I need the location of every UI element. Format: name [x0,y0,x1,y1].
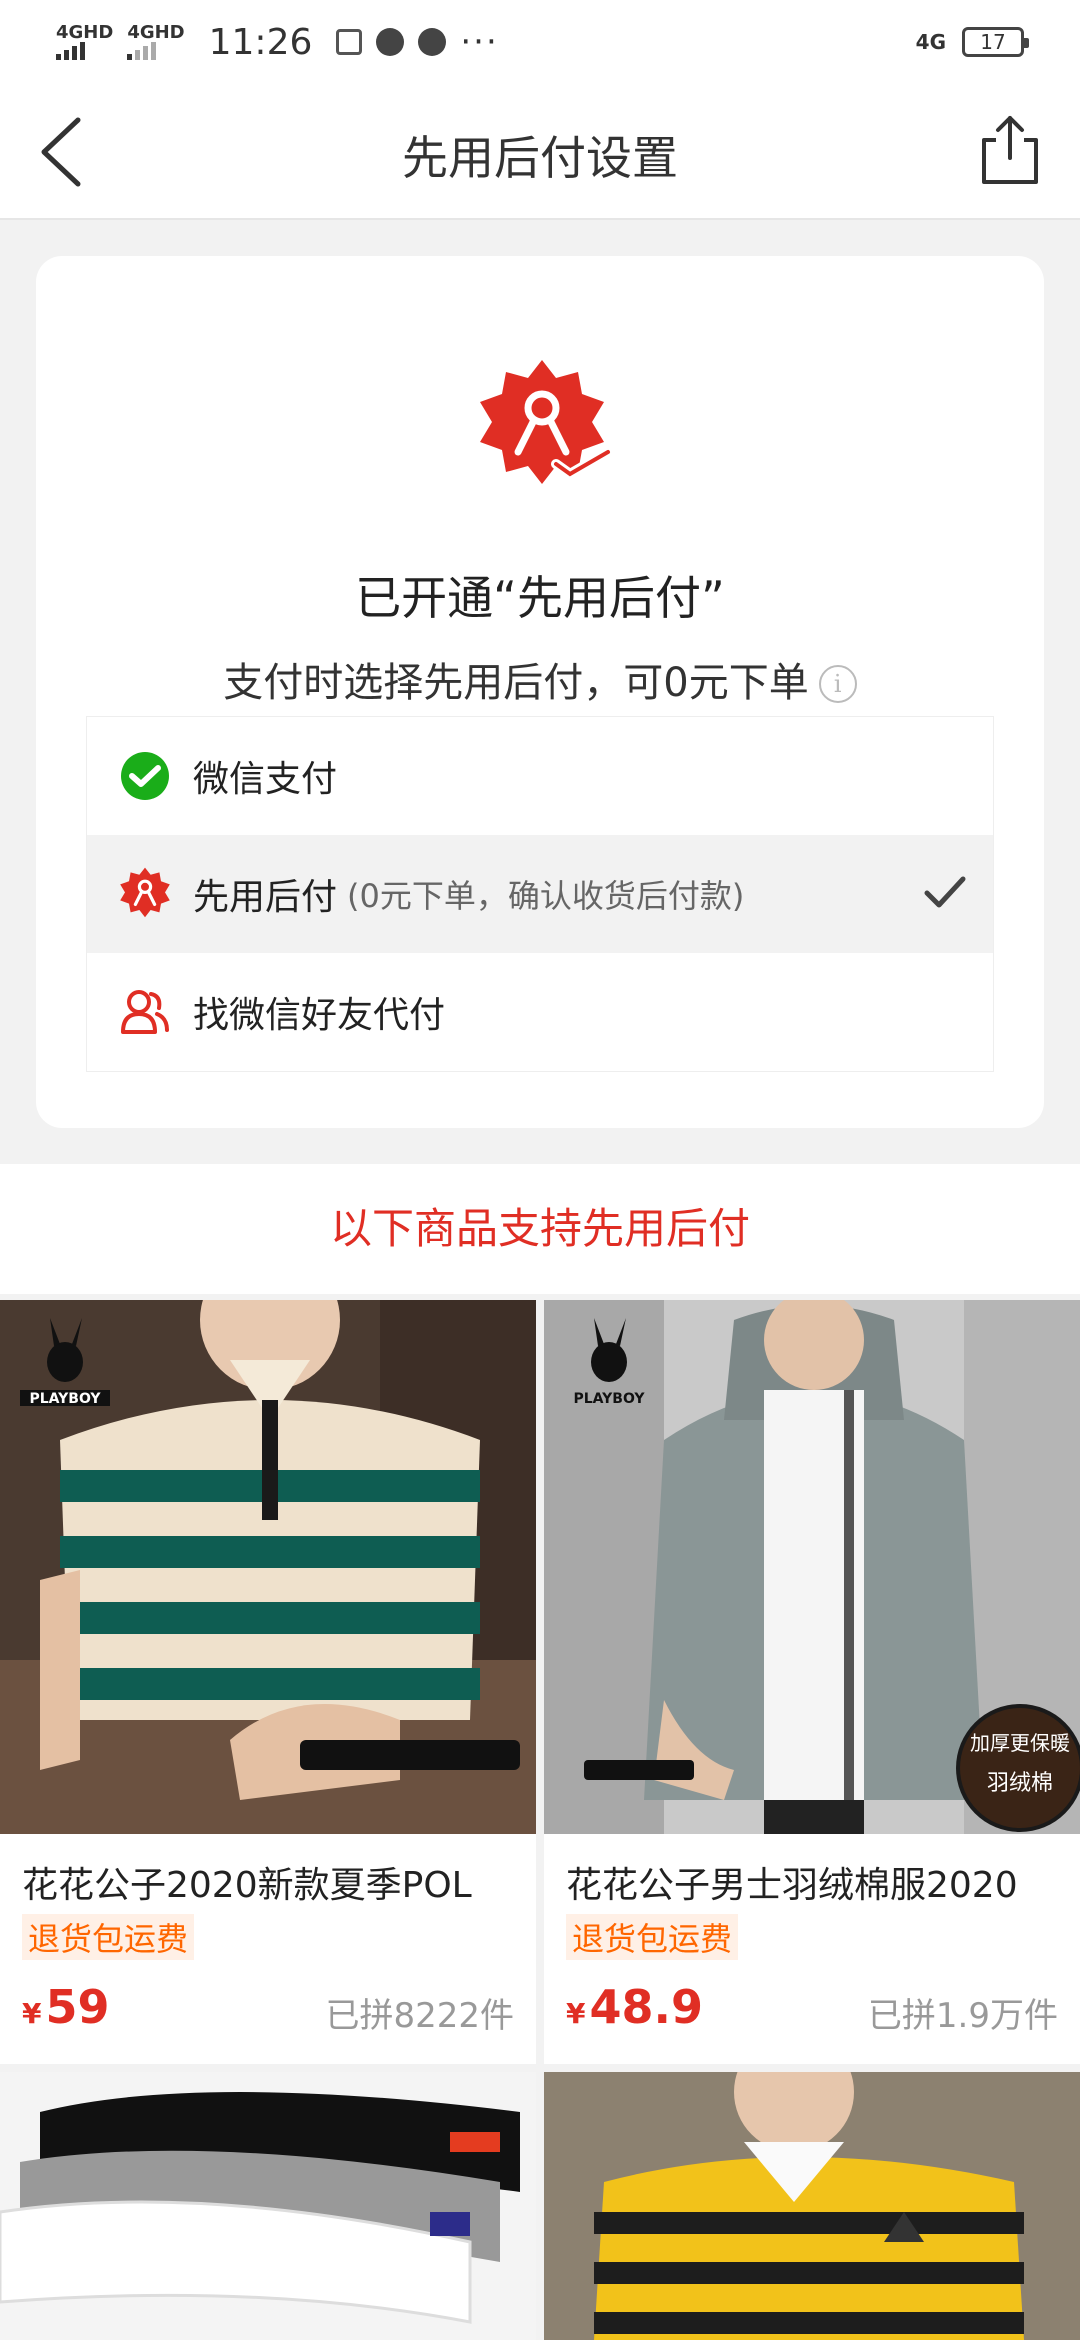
price-value: 48.9 [589,1980,703,2034]
signal-label: 4GHD [56,22,114,43]
pay-later-badge-icon [480,360,612,484]
product-card[interactable]: 加厚更保暖 羽绒棉 PLAYBOY 花花公子男士羽绒棉服2020 退货包运费 ¥… [544,1300,1080,2064]
option-label: 微信支付 [193,759,338,800]
option-note: (0元下单，确认收货后付款) [347,877,745,915]
sticker-top-text: 加厚更保暖 [970,1731,1070,1755]
qq-icon [376,28,405,56]
more-notifications-icon: ··· [460,22,499,62]
product-image [544,2072,1080,2340]
wechat-pay-icon [121,752,169,800]
info-icon[interactable]: i [818,665,857,703]
brand-logo: PLAYBOY [20,1318,110,1407]
product-tag: 退货包运费 [566,1914,739,1960]
price-value: 59 [45,1980,110,2034]
status-title: 已开通“先用后付” [355,571,725,625]
pay-later-icon [120,867,170,918]
option-pay-later[interactable]: 先用后付 (0元下单，确认收货后付款) [87,835,993,953]
network-icon: 4G [915,30,946,54]
option-wechat-pay[interactable]: 微信支付 [87,717,993,835]
logo-text: PLAYBOY [29,1391,101,1407]
product-card[interactable] [0,2072,536,2340]
product-price: ¥59 [22,1980,110,2034]
friend-pay-icon [121,990,169,1034]
sticker-bottom-text: 羽绒棉 [987,1771,1053,1796]
option-friend-pay[interactable]: 找微信好友代付 [87,953,993,1071]
signal-icon: 4GHD [127,22,185,60]
status-subtitle: 支付时选择先用后付，可0元下单 i [36,650,1044,708]
product-image [0,2072,536,2340]
logo-text: PLAYBOY [573,1391,645,1407]
product-tag: 退货包运费 [22,1914,195,1960]
app-notification-icon [418,28,447,56]
product-card[interactable] [544,2072,1080,2340]
option-label: 找微信好友代付 [193,995,446,1036]
signal-icon: 4GHD [56,24,113,60]
product-price: ¥48.9 [566,1980,703,2034]
product-name: 花花公子2020新款夏季POL [22,1865,472,1906]
product-sold-count: 已拼8222件 [325,1996,514,2036]
battery-icon: 17 [962,27,1029,57]
product-sold-count: 已拼1.9万件 [867,1996,1058,2036]
nav-bar: 先用后付设置 [0,84,1080,220]
product-name: 花花公子男士羽绒棉服2020 [566,1865,1018,1906]
section-heading: 以下商品支持先用后付 [0,1164,1080,1294]
currency-symbol: ¥ [566,1997,586,2030]
currency-symbol: ¥ [22,1997,42,2030]
battery-level: 17 [980,30,1006,54]
pay-later-card: 已开通“先用后付” 支付时选择先用后付，可0元下单 i 微信支付 先用后付 (0元… [36,256,1044,1128]
page-title: 先用后付设置 [402,131,678,185]
checkmark-icon [924,876,966,908]
subtitle-text: 支付时选择先用后付，可0元下单 [223,660,809,706]
screenshot-icon [336,29,363,55]
option-label: 先用后付 [193,877,338,918]
clock: 11:26 [208,21,313,63]
signal-label: 4GHD [127,22,185,43]
payment-options: 微信支付 先用后付 (0元下单，确认收货后付款) 找微信好友代付 [86,716,994,1072]
share-icon[interactable] [976,112,1044,188]
brand-logo: PLAYBOY [573,1318,645,1407]
product-card[interactable]: PLAYBOY 花花公子2020新款夏季POL 退货包运费 ¥59 已拼8222… [0,1300,536,2064]
status-bar: 4GHD 4GHD 11:26 ··· 4G 17 [0,0,1080,84]
